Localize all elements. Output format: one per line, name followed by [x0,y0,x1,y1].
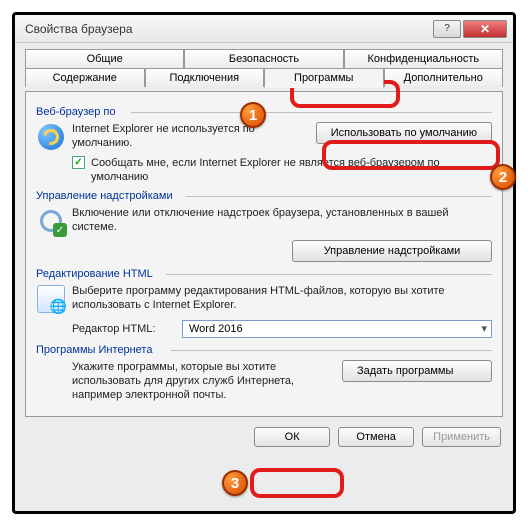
html-editor-value: Word 2016 [189,323,243,335]
tab-programs[interactable]: Программы [264,68,384,88]
tab-general[interactable]: Общие [25,49,184,68]
addons-text: Включение или отключение надстроек брауз… [72,206,492,234]
dialog-footer: ОК Отмена Применить [25,427,503,447]
apply-button: Применить [422,427,501,447]
tab-content-programs: Веб-браузер по Internet Explorer не испо… [25,91,503,417]
html-editor-select[interactable]: Word 2016 [182,320,492,338]
badge-1: 1 [240,102,266,128]
set-default-button[interactable]: Использовать по умолчанию [316,122,492,144]
tab-content[interactable]: Содержание [25,68,145,87]
notify-checkbox[interactable]: ✓ [72,156,85,169]
group-html-label: Редактирование HTML [36,268,492,280]
tabs: Общие Безопасность Конфиденциальность Со… [25,49,503,91]
badge-2: 2 [490,164,516,190]
html-editor-icon [36,284,66,314]
badge-3: 3 [222,470,248,496]
tab-security[interactable]: Безопасность [184,49,343,68]
addons-icon [36,206,66,236]
titlebar: Свойства браузера ? ✕ [15,15,513,43]
tab-privacy[interactable]: Конфиденциальность [344,49,503,68]
browser-default-text: Internet Explorer не используется по умо… [72,122,316,150]
group-programs-label: Программы Интернета [36,344,492,356]
spacer-icon [36,360,66,390]
manage-addons-button[interactable]: Управление надстройками [292,240,492,262]
cancel-button[interactable]: Отмена [338,427,414,447]
minimize-button[interactable]: ? [433,20,461,38]
notify-checkbox-label: Сообщать мне, если Internet Explorer не … [91,156,492,184]
tab-advanced[interactable]: Дополнительно [384,68,504,87]
window-title: Свойства браузера [25,22,431,36]
group-addons-label: Управление надстройками [36,190,492,202]
html-editor-label: Редактор HTML: [72,323,182,335]
dialog-window: Свойства браузера ? ✕ Общие Безопасность… [12,12,516,514]
tab-connections[interactable]: Подключения [145,68,265,87]
ok-button[interactable]: ОК [254,427,330,447]
set-programs-button[interactable]: Задать программы [342,360,492,382]
programs-text: Укажите программы, которые вы хотите исп… [72,360,342,402]
html-text: Выберите программу редактирования HTML-ф… [72,284,492,312]
ie-icon [36,122,66,152]
close-button[interactable]: ✕ [463,20,507,38]
